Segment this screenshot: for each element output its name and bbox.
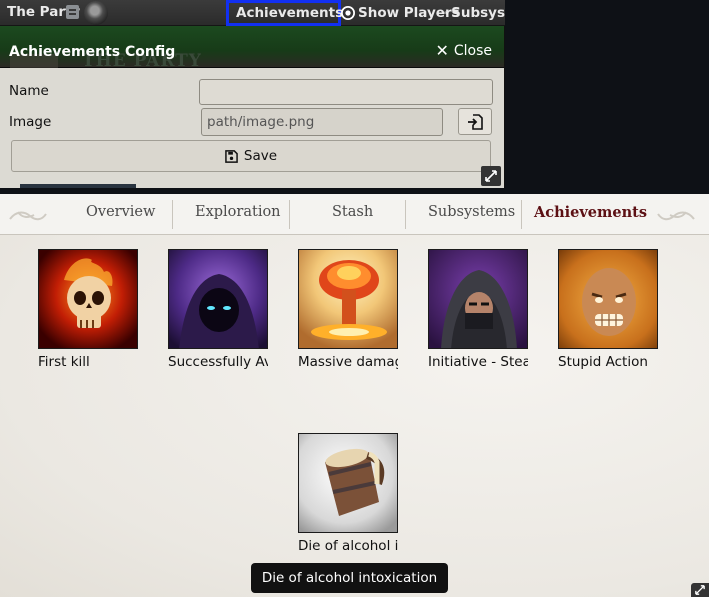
achievement-item[interactable]: Massive damage: [298, 249, 410, 370]
right-flourish-icon: [657, 211, 695, 221]
resize-icon: [695, 585, 705, 595]
tab-subsystems[interactable]: Subsystems: [428, 204, 515, 220]
tab-divider: [521, 200, 522, 229]
name-input[interactable]: [199, 79, 493, 105]
achievement-label: Massive damage: [298, 354, 398, 370]
achievement-item[interactable]: First kill: [38, 249, 150, 370]
dialog-resize-handle[interactable]: [481, 166, 501, 186]
achievement-label: First kill: [38, 354, 90, 370]
show-players-button[interactable]: Show Players: [341, 0, 460, 26]
achievement-label: Successfully Avoided: [168, 354, 268, 370]
file-import-icon: [468, 113, 483, 130]
party-sheet: Overview Exploration Stash Subsystems Ac…: [0, 194, 709, 597]
close-label: Close: [453, 43, 492, 59]
file-picker-button[interactable]: [458, 108, 492, 135]
save-label: Save: [243, 148, 278, 164]
beer-mug-icon[interactable]: [298, 433, 398, 533]
tab-exploration[interactable]: Exploration: [195, 204, 281, 220]
tab-stash[interactable]: Stash: [332, 204, 373, 220]
achievement-label: Initiative - Stealth: [428, 354, 528, 370]
achievement-item[interactable]: Successfully Avoided: [168, 249, 280, 370]
actor-avatar[interactable]: [84, 1, 108, 25]
achievement-label: Stupid Action: [558, 354, 648, 370]
image-label: Image: [9, 114, 52, 130]
sheet-icon[interactable]: [66, 5, 79, 19]
tab-divider: [405, 200, 406, 229]
achievements-config-dialog: THE PARTY Achievements Config ✕ Close Na…: [0, 26, 505, 188]
save-icon: [225, 149, 238, 163]
background-sheet-edge: [20, 184, 136, 188]
masked-rogue-icon[interactable]: [428, 249, 528, 349]
achievement-item[interactable]: Initiative - Stealth: [428, 249, 540, 370]
name-label: Name: [9, 83, 49, 99]
achievement-label: Die of alcohol intoxication: [298, 538, 398, 554]
achievements-button[interactable]: Achievements: [226, 0, 344, 26]
resize-icon: [485, 170, 497, 182]
sheet-header: The Party Achievements Show Players Subs…: [0, 0, 505, 26]
sheet-resize-handle[interactable]: [691, 583, 709, 597]
dialog-title: Achievements Config: [9, 44, 176, 60]
left-flourish-icon: [9, 211, 47, 221]
dialog-titlebar[interactable]: THE PARTY Achievements Config ✕ Close: [0, 26, 504, 71]
tab-achievements[interactable]: Achievements: [534, 204, 647, 221]
hooded-figure-icon[interactable]: [168, 249, 268, 349]
close-icon: ✕: [435, 41, 449, 60]
achievement-item[interactable]: Stupid Action: [558, 249, 670, 370]
tab-overview[interactable]: Overview: [86, 204, 155, 220]
eye-icon: [341, 6, 355, 20]
tab-divider: [172, 200, 173, 229]
sheet-tabs: Overview Exploration Stash Subsystems Ac…: [0, 194, 709, 235]
close-button[interactable]: ✕ Close: [435, 41, 492, 60]
nuclear-explosion-icon[interactable]: [298, 249, 398, 349]
tab-divider: [289, 200, 290, 229]
tooltip: Die of alcohol intoxication: [251, 563, 448, 593]
flaming-skull-icon[interactable]: [38, 249, 138, 349]
subsystems-label: Subsys: [451, 5, 505, 21]
achievements-button-label: Achievements: [236, 5, 344, 21]
image-path-input[interactable]: path/image.png: [201, 108, 443, 136]
cogs-icon: [444, 11, 449, 15]
save-button[interactable]: Save: [11, 140, 491, 172]
subsystems-button[interactable]: Subsys: [444, 0, 505, 26]
screaming-face-icon[interactable]: [558, 249, 658, 349]
achievement-item[interactable]: Die of alcohol intoxication: [298, 433, 410, 554]
